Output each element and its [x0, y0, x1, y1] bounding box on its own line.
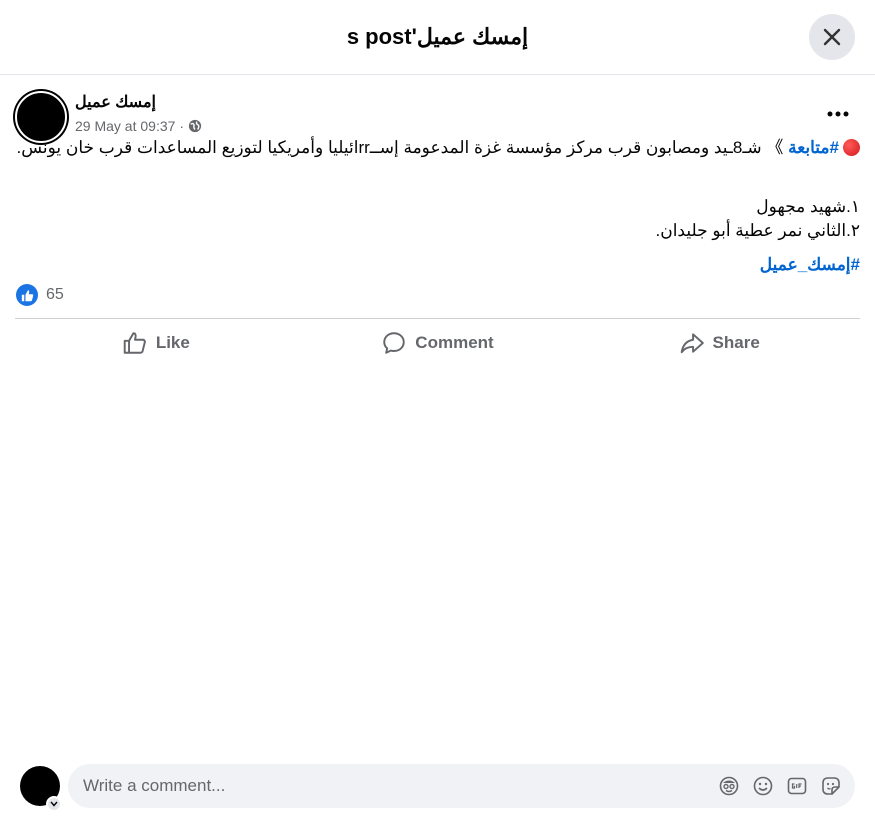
comment-bubble-icon: [383, 332, 406, 354]
gif-button[interactable]: [785, 774, 809, 798]
comment-composer: [68, 764, 855, 808]
hashtag-link[interactable]: #إمسك_عميل: [760, 255, 860, 274]
post-timestamp[interactable]: 29 May at 09:37: [75, 118, 175, 134]
gif-icon: [787, 777, 807, 795]
post-list-item: ٢.الثاني نمر عطية أبو جليدان.: [655, 221, 861, 240]
sticker-button[interactable]: [819, 774, 843, 798]
composer-tools: [717, 774, 855, 798]
comment-label: Comment: [415, 333, 494, 352]
emoji-icon: [753, 776, 773, 796]
emoji-button[interactable]: [751, 774, 775, 798]
red-circle-icon: [843, 139, 860, 156]
like-reaction-icon: [16, 284, 38, 306]
comment-button[interactable]: Comment: [297, 324, 579, 362]
post-list-item: ١.شهيد مجهول: [756, 197, 860, 216]
sticker-icon: [822, 777, 840, 795]
author-name[interactable]: إمسك عميل: [75, 92, 156, 112]
reaction-count: 65: [46, 286, 64, 303]
reaction-summary[interactable]: 65: [16, 284, 64, 306]
chevron-down-icon: [50, 801, 58, 807]
avatar-sticker-button[interactable]: [717, 774, 741, 798]
dialog-title: إمسك عميل's post: [346, 24, 529, 49]
more-dots-icon: [827, 111, 849, 117]
hashtag-link[interactable]: #متابعة: [788, 138, 839, 157]
post-body: #متابعة 》 شـ8ـيد ومصابون قرب مركز مؤسسة …: [16, 136, 860, 159]
comment-input[interactable]: [68, 765, 717, 807]
thumbs-up-icon: [123, 332, 146, 354]
more-options-button[interactable]: [823, 103, 853, 125]
divider: [15, 318, 860, 319]
like-button[interactable]: Like: [15, 324, 297, 362]
meta-separator: ·: [179, 118, 185, 134]
post-line: 》 شـ8ـيد ومصابون قرب مركز مؤسسة غزة المد…: [16, 138, 784, 157]
close-button[interactable]: [809, 14, 855, 60]
globe-icon: [188, 119, 202, 133]
share-label: Share: [712, 333, 760, 352]
share-arrow-icon: [680, 333, 704, 354]
share-button[interactable]: Share: [578, 324, 860, 362]
avatar-menu-toggle[interactable]: [46, 796, 62, 812]
post-footer-tags: #إمسك_عميل: [16, 253, 860, 276]
close-icon: [823, 28, 841, 46]
post-actions: Like Comment Share: [15, 324, 860, 362]
avatar-sticker-icon: [719, 776, 739, 796]
like-label: Like: [155, 333, 190, 352]
dialog-header: إمسك عميل's post: [0, 0, 875, 75]
post-meta: 29 May at 09:37 ·: [75, 118, 202, 134]
